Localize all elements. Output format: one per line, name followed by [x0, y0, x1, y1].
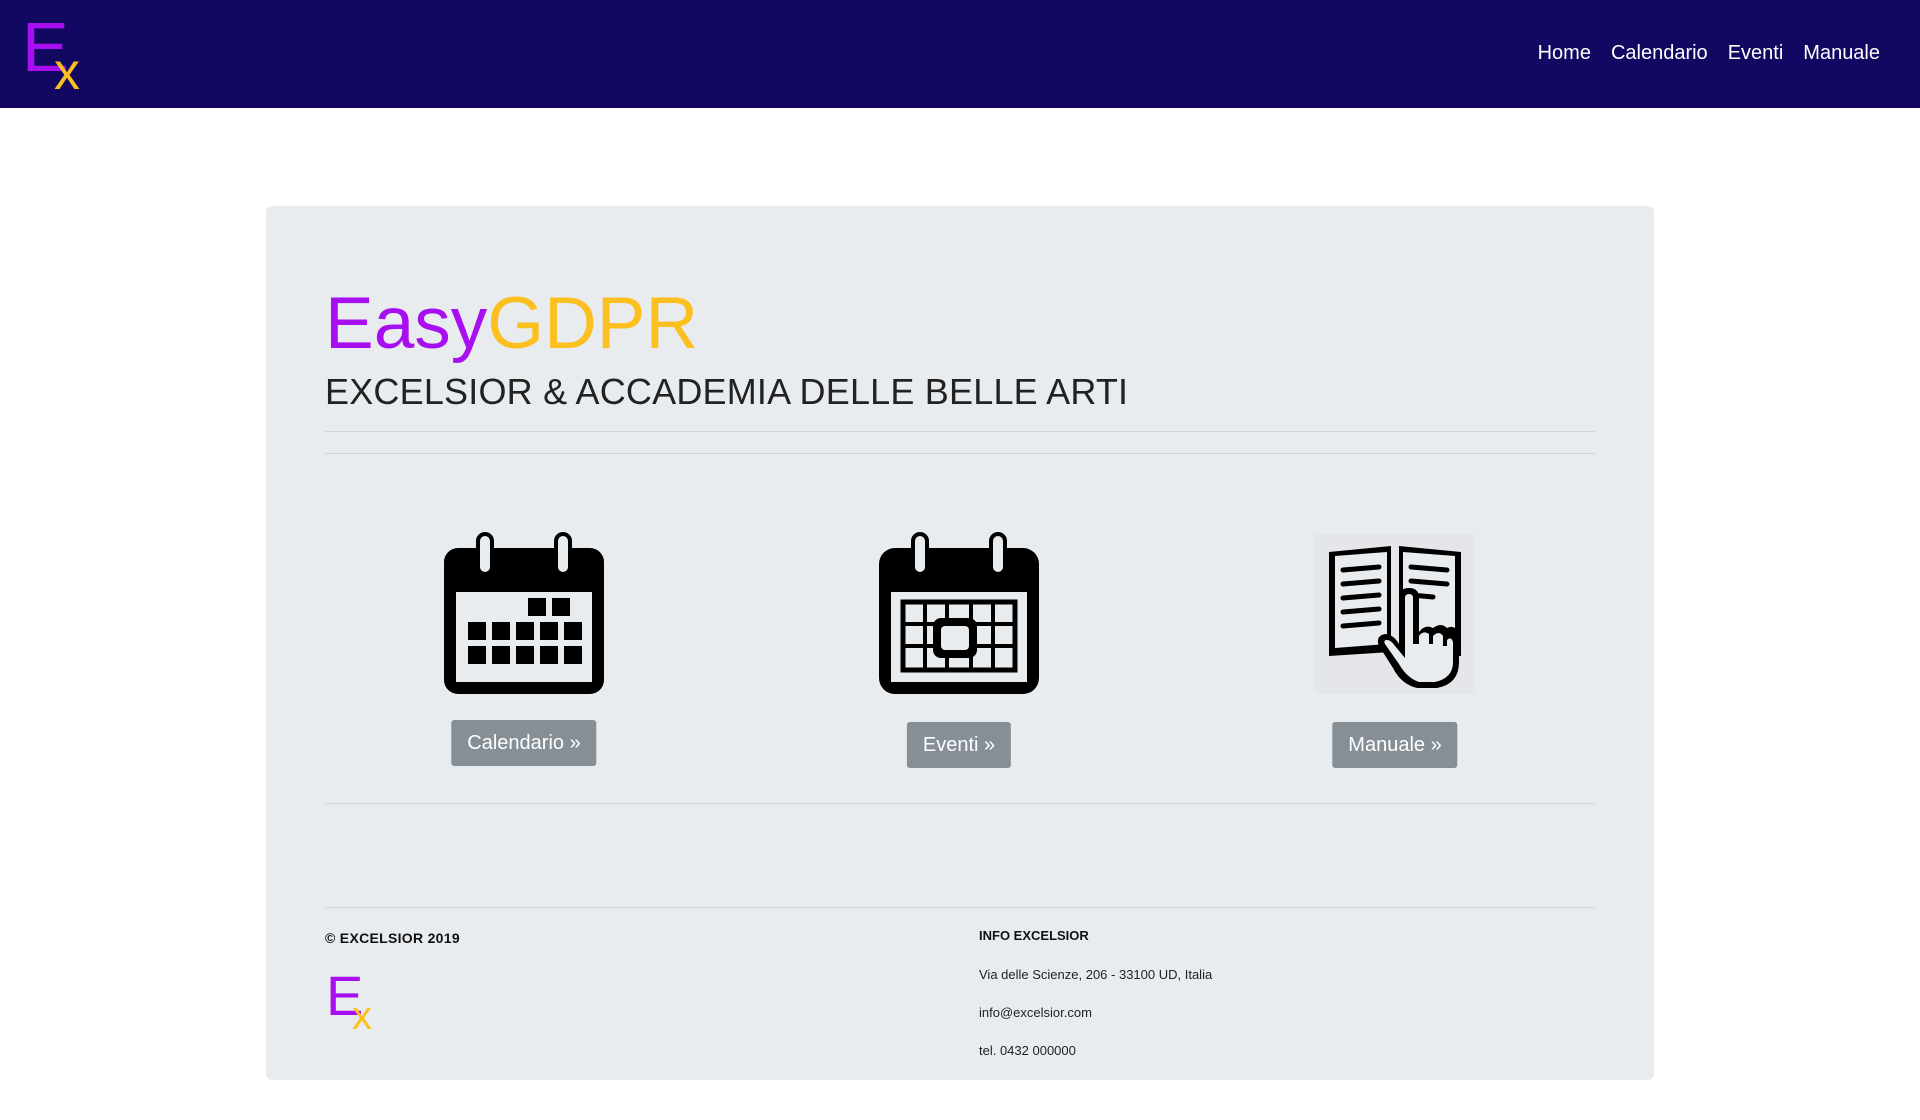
- nav-links: Home Calendario Eventi Manuale: [1528, 38, 1890, 69]
- nav-link-home[interactable]: Home: [1528, 38, 1601, 69]
- events-calendar-icon: [879, 532, 1039, 694]
- card-manuale: Manuale »: [1265, 532, 1525, 768]
- calendario-button[interactable]: Calendario »: [451, 720, 597, 766]
- title-gdpr: GDPR: [487, 283, 699, 364]
- footer-address: Via delle Scienze, 206 - 33100 UD, Itali…: [979, 967, 1213, 982]
- page-subtitle: EXCELSIOR & ACCADEMIA DELLE BELLE ARTI: [325, 371, 1129, 412]
- footer-copyright: © EXCELSIOR 2019: [325, 930, 460, 946]
- logo-letter-x: x: [54, 43, 80, 101]
- footer-email: info@excelsior.com: [979, 1005, 1092, 1020]
- card-eventi: Eventi »: [829, 532, 1089, 768]
- nav-link-manuale[interactable]: Manuale: [1793, 38, 1890, 69]
- jumbotron: EasyGDPR EXCELSIOR & ACCADEMIA DELLE BEL…: [266, 206, 1654, 1080]
- logo-letter-x: x: [352, 994, 372, 1038]
- divider: [325, 907, 1595, 908]
- title-easy: Easy: [325, 283, 488, 364]
- footer-phone: tel. 0432 000000: [979, 1043, 1076, 1058]
- manual-book-icon: [1315, 534, 1475, 694]
- card-calendario: Calendario »: [394, 532, 654, 766]
- divider: [325, 431, 1595, 432]
- footer-info-title: INFO EXCELSIOR: [979, 928, 1089, 943]
- footer-logo: E x: [326, 968, 388, 1038]
- divider: [325, 803, 1595, 804]
- logo[interactable]: E x: [22, 12, 94, 98]
- manuale-button[interactable]: Manuale »: [1332, 722, 1458, 768]
- eventi-button[interactable]: Eventi »: [906, 722, 1012, 768]
- nav-link-calendario[interactable]: Calendario: [1601, 38, 1718, 69]
- calendar-icon: [444, 532, 604, 694]
- page-title: EasyGDPR: [325, 284, 698, 364]
- navbar: E x Home Calendario Eventi Manuale: [0, 0, 1920, 108]
- nav-link-eventi[interactable]: Eventi: [1718, 38, 1794, 69]
- divider: [325, 453, 1595, 454]
